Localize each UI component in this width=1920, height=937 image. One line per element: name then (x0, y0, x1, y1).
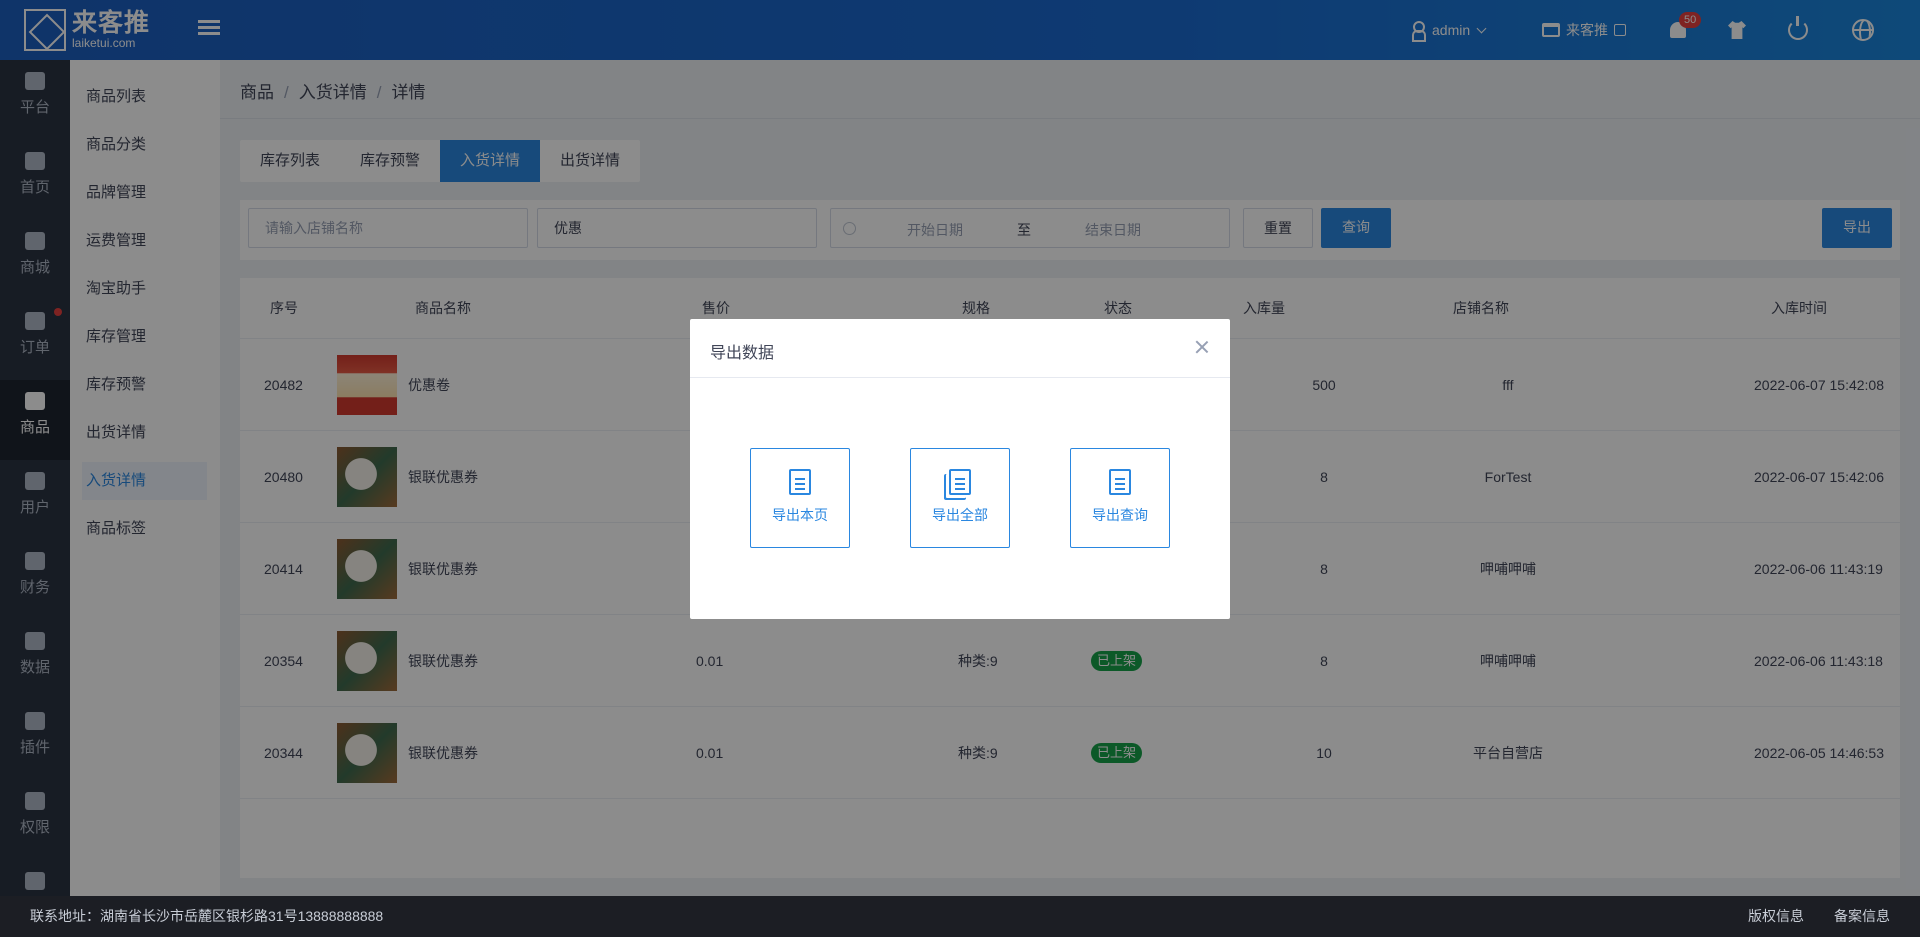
divider (690, 377, 1230, 378)
export-option-label: 导出查询 (1092, 507, 1148, 523)
document-icon (1109, 469, 1131, 495)
export-dialog: 导出数据 导出本页 导出全部 导出查询 (690, 319, 1230, 619)
export-query-button[interactable]: 导出查询 (1070, 448, 1170, 548)
footer-record-link[interactable]: 备案信息 (1834, 896, 1890, 937)
export-option-label: 导出全部 (932, 507, 988, 523)
dialog-title: 导出数据 (710, 345, 775, 362)
footer-license-link[interactable]: 版权信息 (1748, 896, 1804, 937)
footer: 联系地址：湖南省长沙市岳麓区银杉路31号13888888888 版权信息 备案信… (0, 896, 1920, 937)
export-page-button[interactable]: 导出本页 (750, 448, 850, 548)
export-option-label: 导出本页 (772, 507, 828, 523)
documents-icon (949, 469, 971, 495)
document-icon (789, 469, 811, 495)
close-icon[interactable] (1194, 339, 1210, 355)
footer-address: 联系地址：湖南省长沙市岳麓区银杉路31号13888888888 (30, 908, 384, 924)
export-all-button[interactable]: 导出全部 (910, 448, 1010, 548)
